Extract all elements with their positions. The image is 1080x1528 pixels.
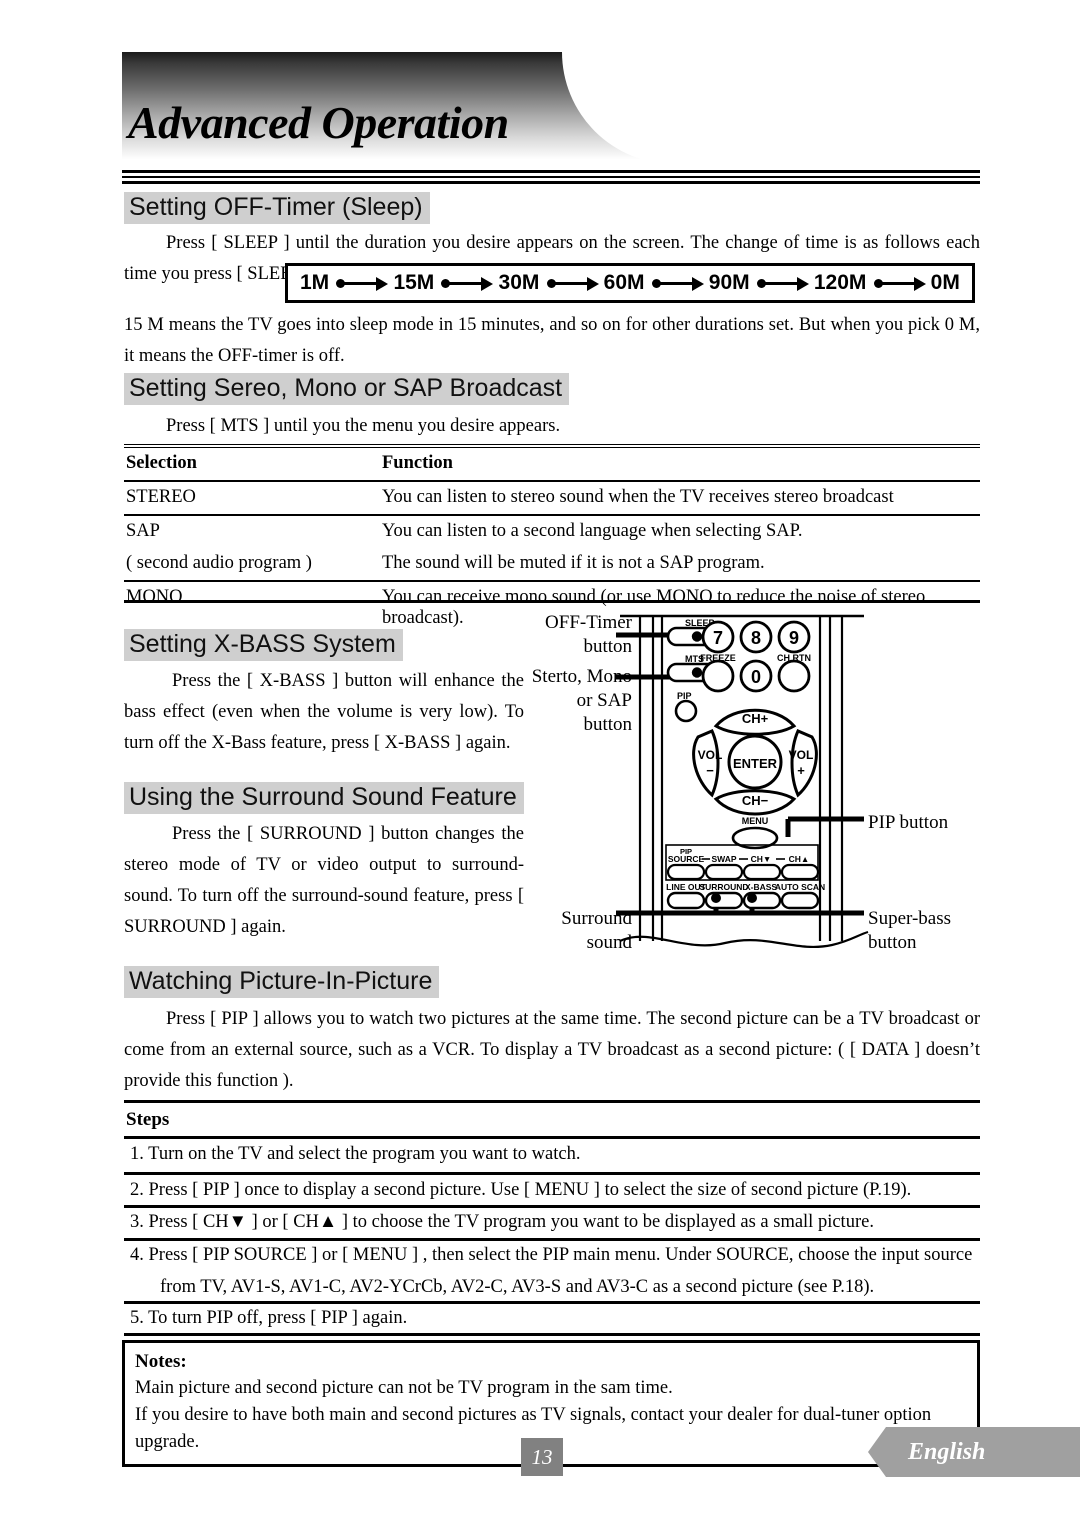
remote-button-pip-ch-up[interactable] — [780, 863, 820, 881]
remote-label-ch-down: CH− — [742, 793, 769, 808]
remote-button-auto-scan[interactable] — [780, 891, 820, 910]
notes-title: Notes: — [135, 1351, 187, 1372]
remote-button-ch-rtn[interactable] — [777, 659, 811, 693]
remote-button-pip-source[interactable] — [666, 863, 706, 881]
remote-label-surround: SURROUND — [699, 882, 748, 892]
remote-button-freeze[interactable] — [701, 659, 735, 693]
remote-label-pip-ch-up: CH▲ — [789, 854, 810, 864]
remote-label-0: 0 — [751, 667, 761, 687]
header-divider — [122, 170, 980, 184]
sleep-step-30m: 30M — [498, 271, 540, 294]
cell-function-sap: You can listen to a second language when… — [382, 521, 803, 541]
remote-sleep-dot — [691, 631, 703, 642]
step-item-5: 5. To turn PIP off, press [ PIP ] again. — [130, 1308, 408, 1328]
remote-label-auto-scan: AUTO SCAN — [775, 882, 825, 892]
remote-label-vol-down: VOL — [698, 748, 723, 762]
table-row: STEREO You can listen to stereo sound wh… — [124, 481, 980, 515]
remote-label-7: 7 — [713, 628, 723, 648]
remote-label-menu: MENU — [742, 816, 769, 826]
manual-page: Advanced Operation Setting OFF-Timer (Sl… — [0, 0, 1080, 1528]
surround-paragraph: Press the [ SURROUND ] button changes th… — [124, 824, 524, 937]
step-item-4-continued: from TV, AV1-S, AV1-C, AV2-YCrCb, AV2-C,… — [160, 1277, 875, 1297]
sleep-step-1m: 1M — [300, 271, 330, 294]
remote-button-surround[interactable] — [704, 891, 744, 910]
sleep-step-15m: 15M — [393, 271, 435, 294]
remote-button-pip[interactable] — [674, 699, 698, 723]
table-row: ( second audio program ) The sound will … — [124, 548, 980, 581]
remote-xbass-dot — [747, 893, 757, 903]
cell-selection-sap-expanded: ( second audio program ) — [126, 553, 312, 573]
remote-button-line-out[interactable] — [666, 891, 706, 910]
heading-using-surround: Using the Surround Sound Feature — [124, 782, 524, 814]
steps-top-rule — [124, 1100, 980, 1103]
cell-selection-sap: SAP — [126, 521, 160, 541]
column-header-selection: Selection — [126, 453, 197, 473]
table-row: SAP You can listen to a second language … — [124, 515, 980, 548]
remote-label-swap: SWAP — [711, 854, 736, 864]
sleep-arrow-2 — [439, 276, 494, 291]
page-title: Advanced Operation — [128, 97, 509, 148]
remote-surround-dot — [711, 893, 721, 903]
remote-button-swap[interactable] — [704, 863, 744, 881]
steps-header: Steps — [126, 1109, 170, 1130]
cell-selection-stereo: STEREO — [126, 487, 196, 507]
step-item-1: 1. Turn on the TV and select the program… — [130, 1144, 581, 1164]
language-tab: English — [868, 1427, 1080, 1477]
step-item-3: 3. Press [ CH▼ ] or [ CH▲ ] to choose th… — [130, 1212, 874, 1232]
pip-paragraph: Press [ PIP ] allows you to watch two pi… — [124, 1009, 980, 1091]
sleep-arrow-6 — [872, 276, 926, 291]
sleep-sequence-box: 1M 15M 30M 60M 90M 120M 0M — [285, 263, 975, 303]
remote-label-pip-ch-down: CH▼ — [751, 854, 772, 864]
cell-function-sap-expanded: The sound will be muted if it is not a S… — [382, 553, 765, 573]
heading-setting-mts: Setting Sereo, Mono or SAP Broadcast — [124, 373, 570, 405]
heading-setting-off-timer: Setting OFF-Timer (Sleep) — [124, 192, 430, 224]
mts-table-bottom-rule — [124, 600, 980, 603]
cell-function-stereo: You can listen to stereo sound when the … — [382, 487, 894, 507]
sleep-step-0m: 0M — [930, 271, 960, 294]
step-item-2: 2. Press [ PIP ] once to display a secon… — [130, 1180, 912, 1200]
notes-line-1: Main picture and second picture can not … — [135, 1378, 673, 1398]
cell-selection-mono: MONO — [126, 587, 183, 607]
heading-setting-xbass: Setting X-BASS System — [124, 629, 403, 661]
sleep-arrow-5 — [755, 276, 809, 291]
remote-body-svg: SLEEP MTS PIP 7 8 9 FREEZE CH RTN 0 CH+ … — [616, 614, 869, 949]
remote-label-pip-source-2: SOURCE — [668, 854, 705, 864]
steps-bottom-rule — [124, 1333, 980, 1336]
remote-mts-dot — [691, 667, 703, 678]
sleep-step-90m: 90M — [708, 271, 750, 294]
mts-intro-paragraph: Press [ MTS ] until you the menu you des… — [166, 416, 561, 436]
page-number-badge: 13 — [521, 1438, 563, 1476]
step-item-4: 4. Press [ PIP SOURCE ] or [ MENU ] , th… — [130, 1245, 973, 1265]
table-header-row: Selection Function — [124, 446, 980, 481]
sleep-outro-paragraph: 15 M means the TV goes into sleep mode i… — [124, 315, 980, 366]
sleep-arrow-3 — [545, 276, 599, 291]
remote-label-vol-up-plus: + — [797, 763, 805, 778]
sleep-arrow-4 — [650, 276, 704, 291]
remote-label-pip: PIP — [677, 691, 692, 701]
sleep-arrow-1 — [334, 276, 389, 291]
sleep-step-60m: 60M — [603, 271, 645, 294]
remote-label-enter: ENTER — [733, 756, 778, 771]
remote-label-vol-down-minus: − — [706, 763, 714, 778]
remote-label-8: 8 — [751, 628, 761, 648]
remote-label-9: 9 — [789, 628, 799, 648]
sleep-step-120m: 120M — [813, 271, 867, 294]
remote-control-diagram: OFF-Timer button Sterto, Mono or SAP but… — [520, 605, 1040, 965]
xbass-paragraph: Press the [ X-BASS ] button will enhance… — [124, 671, 524, 753]
heading-watching-pip: Watching Picture-In-Picture — [124, 966, 440, 998]
column-header-function: Function — [382, 453, 453, 473]
remote-button-pip-ch-down[interactable] — [742, 863, 782, 881]
remote-label-ch-up: CH+ — [742, 711, 769, 726]
remote-label-vol-up: VOL — [789, 748, 814, 762]
remote-label-xbass: X-BASS — [745, 882, 777, 892]
